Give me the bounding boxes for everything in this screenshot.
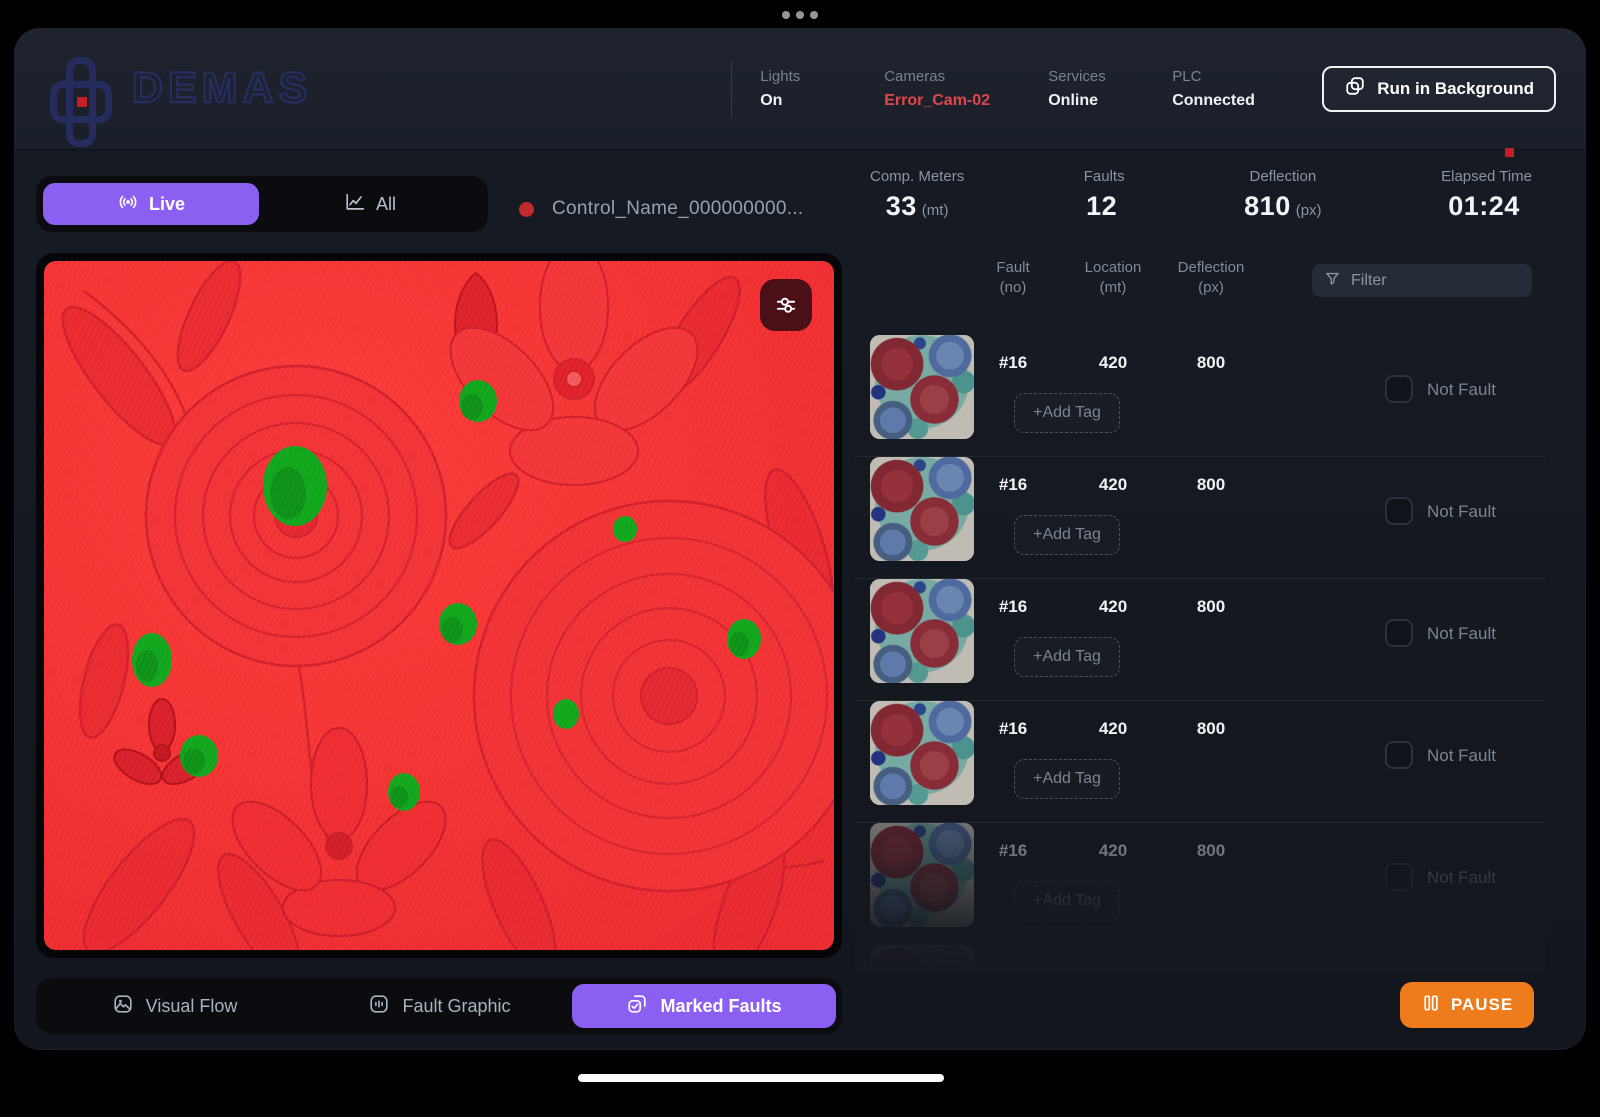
fault-deflection: 800 (1166, 475, 1256, 495)
not-fault-label: Not Fault (1427, 380, 1496, 400)
not-fault-checkbox[interactable] (1385, 863, 1413, 891)
tab-live[interactable]: Live (43, 183, 259, 225)
camera-error-value: Error_Cam-02 (884, 92, 1034, 110)
view-toggle: Live All (36, 176, 488, 232)
brand-emblem-icon (44, 41, 122, 137)
home-indicator[interactable] (578, 1074, 944, 1082)
column-header-deflection: Deflection (px) (1166, 258, 1256, 299)
not-fault-label: Not Fault (1427, 746, 1496, 766)
window-status-dots (782, 11, 818, 19)
funnel-icon (1324, 270, 1341, 292)
stat-elapsed-time: Elapsed Time 01:24 (1441, 168, 1532, 222)
stats-bar: Comp. Meters 33(mt) Faults 12 Deflection… (870, 168, 1532, 222)
fault-row[interactable]: #16 420 800 +Add Tag Not Fault (855, 335, 1545, 457)
status-plc: PLC Connected (1172, 68, 1282, 110)
control-name: Control_Name_000000000... (552, 198, 804, 220)
fault-number: #16 (968, 719, 1058, 739)
fault-deflection: 800 (1166, 719, 1256, 739)
sliders-icon (773, 292, 799, 318)
fault-row[interactable]: #16 420 800 +Add Tag Not Fault (855, 579, 1545, 701)
pause-button[interactable]: PAUSE (1400, 982, 1534, 1028)
fault-location: 420 (1068, 353, 1158, 373)
fault-thumbnail (870, 823, 974, 927)
stat-faults: Faults 12 (1084, 168, 1125, 222)
add-tag-button[interactable]: +Add Tag (1014, 637, 1120, 677)
add-tag-button[interactable]: +Add Tag (1014, 881, 1120, 921)
fabric-pattern (44, 261, 834, 950)
fault-deflection: 800 (1166, 597, 1256, 617)
fault-number: #16 (968, 475, 1058, 495)
record-dot-icon (519, 202, 534, 217)
status-cameras: Cameras Error_Cam-02 (884, 68, 1034, 110)
tab-visual-flow[interactable]: Visual Flow (42, 993, 307, 1020)
trademark-tick (1581, 28, 1584, 33)
fault-thumbnail (870, 579, 974, 683)
overlapping-squares-icon (1344, 75, 1366, 102)
fault-location: 420 (1068, 719, 1158, 739)
add-tag-button[interactable]: +Add Tag (1014, 393, 1120, 433)
brand-logo: DEMAS (44, 41, 326, 137)
tablet-frame: DEMAS Lights On Cameras Error_Cam-02 Ser… (0, 0, 1600, 1117)
fault-row[interactable]: #16 420 800 +Add Tag Not Fault (855, 457, 1545, 579)
header-divider (731, 60, 732, 118)
camera-view-panel (36, 253, 842, 958)
fault-row-partial (855, 945, 1545, 973)
add-tag-button[interactable]: +Add Tag (1014, 759, 1120, 799)
image-icon (112, 993, 134, 1020)
fault-number: #16 (968, 353, 1058, 373)
pause-icon (1421, 993, 1441, 1018)
fault-deflection: 800 (1166, 841, 1256, 861)
fault-thumbnail (870, 701, 974, 805)
fault-row[interactable]: #16 420 800 +Add Tag Not Fault (855, 701, 1545, 823)
not-fault-checkbox[interactable] (1385, 741, 1413, 769)
status-lights: Lights On (760, 68, 870, 110)
stat-deflection: Deflection 810(px) (1244, 168, 1321, 222)
fault-number: #16 (968, 597, 1058, 617)
status-services: Services Online (1048, 68, 1158, 110)
fault-row[interactable]: #16 420 800 +Add Tag Not Fault (855, 823, 1545, 945)
line-chart-icon (344, 191, 366, 218)
not-fault-checkbox[interactable] (1385, 497, 1413, 525)
fault-thumbnail (870, 457, 974, 561)
not-fault-checkbox[interactable] (1385, 619, 1413, 647)
fault-location: 420 (1068, 475, 1158, 495)
header-status-group: Lights On Cameras Error_Cam-02 Services … (731, 60, 1556, 118)
tab-all[interactable]: All (259, 191, 481, 218)
fault-deflection: 800 (1166, 353, 1256, 373)
fault-list[interactable]: #16 420 800 +Add Tag Not Fault #16 420 8… (855, 335, 1545, 973)
control-name-row: Control_Name_000000000... (519, 198, 804, 220)
not-fault-checkbox[interactable] (1385, 375, 1413, 403)
view-mode-nav: Visual Flow Fault Graphic Marked Faul (36, 978, 842, 1034)
not-fault-label: Not Fault (1427, 868, 1496, 888)
filter-input[interactable] (1351, 272, 1558, 290)
filter-box (1312, 264, 1532, 297)
column-header-location: Location (mt) (1068, 258, 1158, 299)
tab-fault-graphic[interactable]: Fault Graphic (307, 993, 572, 1020)
brand-red-dot (1505, 148, 1514, 157)
tab-marked-faults[interactable]: Marked Faults (572, 984, 836, 1028)
fault-number: #16 (968, 841, 1058, 861)
app-window: DEMAS Lights On Cameras Error_Cam-02 Ser… (14, 28, 1586, 1050)
fault-thumbnail (870, 335, 974, 439)
not-fault-label: Not Fault (1427, 502, 1496, 522)
checked-squares-icon (626, 993, 648, 1020)
add-tag-button[interactable]: +Add Tag (1014, 515, 1120, 555)
image-settings-button[interactable] (760, 279, 812, 331)
fabric-camera-image (44, 261, 834, 950)
not-fault-label: Not Fault (1427, 624, 1496, 644)
run-in-background-button[interactable]: Run in Background (1322, 66, 1556, 112)
header: DEMAS Lights On Cameras Error_Cam-02 Ser… (14, 28, 1586, 150)
stat-comp-meters: Comp. Meters 33(mt) (870, 168, 964, 222)
fault-location: 420 (1068, 841, 1158, 861)
fault-thumbnail (870, 945, 974, 973)
brand-name: DEMAS (132, 67, 326, 110)
bars-graphic-icon (368, 993, 390, 1020)
column-header-fault: Fault (no) (968, 258, 1058, 299)
broadcast-icon (117, 191, 139, 218)
fault-location: 420 (1068, 597, 1158, 617)
